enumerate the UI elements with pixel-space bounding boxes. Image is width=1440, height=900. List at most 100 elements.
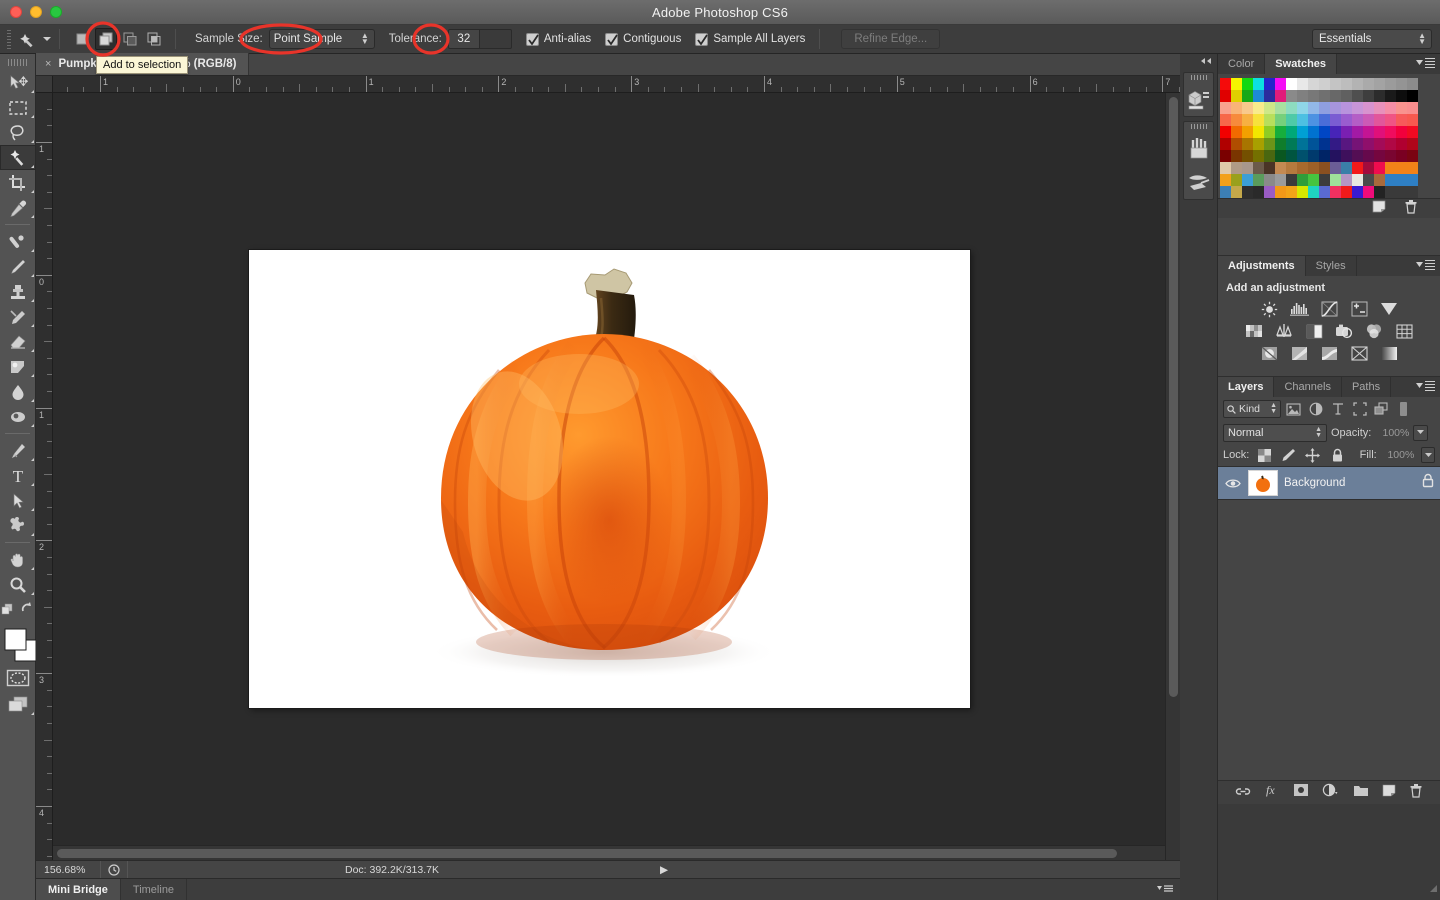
- color-swatch[interactable]: [1352, 186, 1363, 198]
- color-swatch[interactable]: [1407, 126, 1418, 138]
- color-swatch[interactable]: [1341, 150, 1352, 162]
- 3d-panel-icon[interactable]: [1184, 82, 1213, 116]
- color-swatch[interactable]: [1374, 90, 1385, 102]
- layer-visibility-toggle-icon[interactable]: [1224, 478, 1242, 489]
- color-balance-icon[interactable]: [1274, 322, 1294, 340]
- threshold-icon[interactable]: [1319, 344, 1339, 362]
- levels-icon[interactable]: [1289, 300, 1309, 318]
- rail-grip[interactable]: [1184, 122, 1213, 131]
- color-swatch[interactable]: [1275, 90, 1286, 102]
- lock-transparent-pixels-icon[interactable]: [1256, 446, 1273, 465]
- path-selection-tool[interactable]: [0, 488, 36, 513]
- horizontal-ruler[interactable]: 1 0 1 2 3 4 5 6 7: [36, 76, 1180, 93]
- color-swatch[interactable]: [1374, 78, 1385, 90]
- color-swatch[interactable]: [1363, 102, 1374, 114]
- color-swatch[interactable]: [1297, 186, 1308, 198]
- color-swatch[interactable]: [1275, 126, 1286, 138]
- tab-paths[interactable]: Paths: [1342, 377, 1392, 397]
- color-swatch[interactable]: [1352, 138, 1363, 150]
- color-swatch[interactable]: [1407, 114, 1418, 126]
- foreground-background-colors[interactable]: [0, 623, 37, 665]
- color-swatch[interactable]: [1253, 138, 1264, 150]
- color-swatch[interactable]: [1396, 162, 1407, 174]
- color-lookup-icon[interactable]: [1394, 322, 1414, 340]
- color-swatch[interactable]: [1396, 138, 1407, 150]
- add-layer-mask-icon[interactable]: [1293, 783, 1309, 802]
- color-swatch[interactable]: [1297, 126, 1308, 138]
- color-swatch[interactable]: [1297, 138, 1308, 150]
- edit-in-quick-mask-mode-button[interactable]: [0, 665, 36, 691]
- color-swatch[interactable]: [1231, 162, 1242, 174]
- posterize-icon[interactable]: [1289, 344, 1309, 362]
- vertical-ruler[interactable]: 1 0 1 2 3 4: [36, 93, 53, 860]
- color-swatch[interactable]: [1352, 90, 1363, 102]
- color-swatch[interactable]: [1374, 162, 1385, 174]
- crop-tool[interactable]: [0, 170, 36, 195]
- vibrance-icon[interactable]: [1379, 300, 1399, 318]
- color-swatch[interactable]: [1385, 174, 1396, 186]
- type-tool[interactable]: T: [0, 463, 36, 488]
- color-swatch[interactable]: [1231, 90, 1242, 102]
- color-swatch[interactable]: [1286, 126, 1297, 138]
- color-swatch[interactable]: [1385, 126, 1396, 138]
- rectangular-marquee-tool[interactable]: [0, 95, 36, 120]
- tool-preset-caret-icon[interactable]: [40, 28, 54, 50]
- color-swatch[interactable]: [1330, 186, 1341, 198]
- color-swatch[interactable]: [1396, 174, 1407, 186]
- minimize-window-button[interactable]: [30, 6, 42, 18]
- color-swatch[interactable]: [1264, 102, 1275, 114]
- color-swatch[interactable]: [1352, 114, 1363, 126]
- color-swatch[interactable]: [1231, 126, 1242, 138]
- close-document-icon[interactable]: ×: [45, 58, 51, 70]
- dodge-tool[interactable]: [0, 404, 36, 429]
- fill-value[interactable]: 100%: [1384, 447, 1414, 463]
- color-swatch[interactable]: [1297, 162, 1308, 174]
- lock-image-pixels-icon[interactable]: [1280, 446, 1297, 465]
- color-swatch[interactable]: [1297, 78, 1308, 90]
- brightness-contrast-icon[interactable]: [1259, 300, 1279, 318]
- color-swatch[interactable]: [1242, 186, 1253, 198]
- color-swatch[interactable]: [1363, 186, 1374, 198]
- color-swatch[interactable]: [1286, 174, 1297, 186]
- color-swatch[interactable]: [1363, 174, 1374, 186]
- brush-panel-icon[interactable]: [1184, 165, 1213, 199]
- color-swatch[interactable]: [1319, 78, 1330, 90]
- bottom-panel-menu-icon[interactable]: [1156, 881, 1174, 899]
- link-layers-icon[interactable]: [1235, 784, 1251, 802]
- color-swatch[interactable]: [1363, 126, 1374, 138]
- eyedropper-tool[interactable]: [0, 195, 36, 220]
- color-swatch[interactable]: [1242, 90, 1253, 102]
- color-swatch[interactable]: [1308, 162, 1319, 174]
- color-swatch[interactable]: [1374, 102, 1385, 114]
- brush-tool[interactable]: [0, 254, 36, 279]
- pixel-filter-icon[interactable]: [1284, 400, 1303, 419]
- color-swatch[interactable]: [1220, 186, 1231, 198]
- opacity-value[interactable]: 100%: [1375, 425, 1410, 441]
- color-swatch[interactable]: [1341, 114, 1352, 126]
- edit-toolbar-and-rotate-group[interactable]: [0, 597, 36, 619]
- color-swatch[interactable]: [1231, 174, 1242, 186]
- color-swatch[interactable]: [1264, 78, 1275, 90]
- hue-saturation-icon[interactable]: [1244, 322, 1264, 340]
- change-screen-mode-button[interactable]: [0, 691, 36, 717]
- new-selection-button[interactable]: [71, 28, 93, 50]
- tolerance-input[interactable]: 32: [447, 29, 480, 49]
- layers-empty-area[interactable]: [1218, 500, 1440, 780]
- brush-presets-icon[interactable]: [1184, 131, 1213, 165]
- color-swatch[interactable]: [1385, 162, 1396, 174]
- new-adjustment-layer-icon[interactable]: [1322, 783, 1340, 802]
- color-swatch[interactable]: [1286, 102, 1297, 114]
- color-swatch[interactable]: [1220, 162, 1231, 174]
- color-swatch[interactable]: [1242, 138, 1253, 150]
- vertical-scroll-thumb[interactable]: [1169, 97, 1178, 697]
- color-swatch[interactable]: [1341, 162, 1352, 174]
- intersect-with-selection-button[interactable]: [143, 28, 165, 50]
- color-swatch[interactable]: [1264, 150, 1275, 162]
- blend-mode-dropdown[interactable]: Normal ▲ ▼: [1223, 423, 1327, 442]
- tab-color[interactable]: Color: [1218, 54, 1266, 74]
- ruler-origin-corner[interactable]: [36, 76, 53, 93]
- type-filter-icon[interactable]: [1328, 400, 1347, 419]
- color-swatch[interactable]: [1220, 102, 1231, 114]
- color-swatch[interactable]: [1319, 186, 1330, 198]
- clone-stamp-tool[interactable]: [0, 279, 36, 304]
